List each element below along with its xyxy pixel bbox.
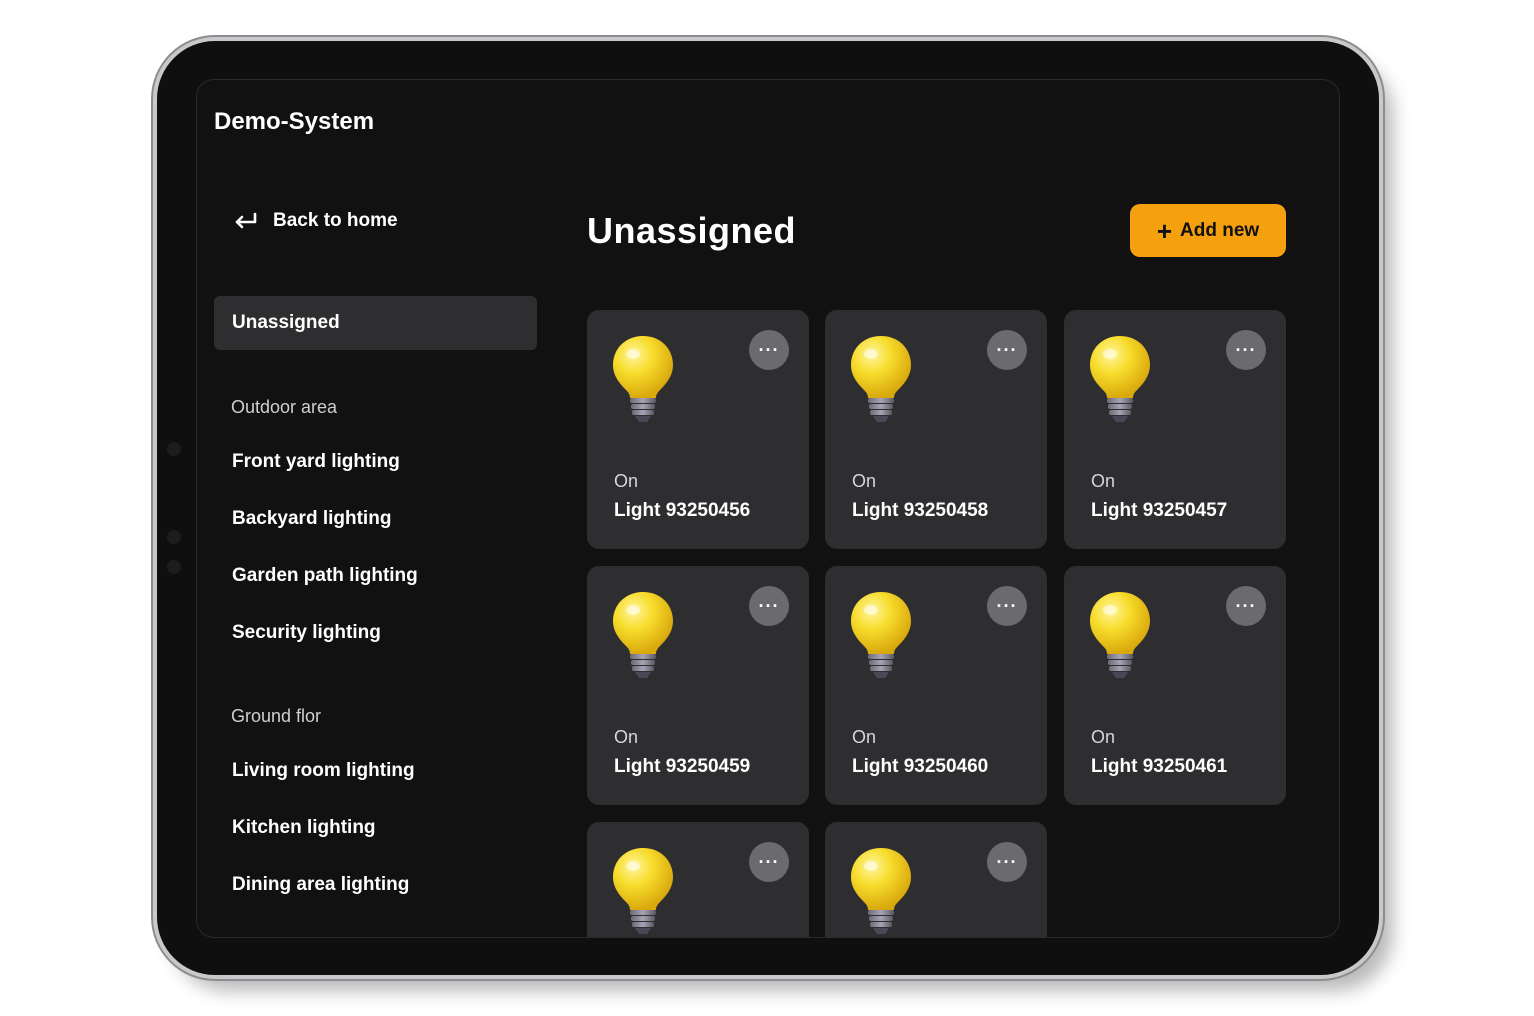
device-name: Light 93250456: [614, 500, 751, 521]
more-horizontal-icon: ···: [1235, 339, 1257, 360]
device-card[interactable]: ··· On Light 93250457: [1064, 310, 1286, 549]
lightbulb-icon: [613, 336, 673, 422]
more-options-button[interactable]: ···: [1226, 586, 1266, 626]
device-card[interactable]: ··· On Light 93250458: [825, 310, 1047, 549]
lightbulb-icon: [851, 848, 911, 934]
sidebar-item-security-lighting[interactable]: Security lighting: [232, 622, 381, 644]
device-status: On: [614, 727, 639, 747]
camera-dot: [167, 560, 181, 574]
lightbulb-icon: [851, 592, 911, 678]
more-horizontal-icon: ···: [996, 595, 1018, 616]
back-to-home-link[interactable]: Back to home: [233, 210, 398, 232]
device-name: Light 93250461: [1091, 756, 1228, 777]
camera-dot: [167, 442, 181, 456]
more-options-button[interactable]: ···: [749, 586, 789, 626]
device-card[interactable]: ··· On Light 93250456: [587, 310, 809, 549]
more-horizontal-icon: ···: [996, 851, 1018, 872]
device-card[interactable]: ··· On Light 93250460: [825, 566, 1047, 805]
sidebar-item-living-room-lighting[interactable]: Living room lighting: [232, 760, 415, 782]
sidebar-group-ground-flor: Ground flor: [231, 706, 322, 726]
page-title: Unassigned: [587, 210, 797, 251]
device-name: Light 93250457: [1091, 500, 1228, 521]
device-card[interactable]: ···On: [825, 822, 1047, 937]
lightbulb-icon: [851, 336, 911, 422]
sidebar-item-kitchen-lighting[interactable]: Kitchen lighting: [232, 817, 376, 839]
sidebar: Unassigned: [214, 296, 537, 350]
lightbulb-icon: [1090, 336, 1150, 422]
device-status: On: [614, 471, 639, 491]
device-name: Light 93250459: [614, 756, 751, 777]
more-horizontal-icon: ···: [758, 595, 780, 616]
sidebar-group-outdoor-area: Outdoor area: [231, 397, 338, 417]
device-card[interactable]: ··· On Light 93250459: [587, 566, 809, 805]
device-name: Light 93250458: [852, 500, 989, 521]
more-options-button[interactable]: ···: [987, 586, 1027, 626]
sidebar-item-backyard-lighting[interactable]: Backyard lighting: [232, 508, 391, 530]
device-status: On: [1091, 471, 1116, 491]
app-screen: Demo-System Back to home Unassigned Outd…: [196, 79, 1340, 938]
plus-icon: +: [1156, 215, 1172, 246]
more-options-button[interactable]: ···: [749, 842, 789, 882]
more-horizontal-icon: ···: [758, 339, 780, 360]
more-options-button[interactable]: ···: [987, 330, 1027, 370]
sidebar-item-cutoff[interactable]: ▬▬▬▬: [232, 931, 308, 937]
camera-dot: [167, 530, 181, 544]
app-title: Demo-System: [214, 108, 375, 135]
more-options-button[interactable]: ···: [1226, 330, 1266, 370]
more-horizontal-icon: ···: [996, 339, 1018, 360]
device-status: On: [1091, 727, 1116, 747]
device-status: On: [852, 727, 877, 747]
sidebar-item-unassigned[interactable]: Unassigned: [214, 296, 537, 350]
lightbulb-icon: [613, 592, 673, 678]
more-options-button[interactable]: ···: [749, 330, 789, 370]
lightbulb-icon: [1090, 592, 1150, 678]
sidebar-item-dining-area-lighting[interactable]: Dining area lighting: [232, 874, 409, 896]
device-card[interactable]: ··· On Light 93250461: [1064, 566, 1286, 805]
lightbulb-icon: [613, 848, 673, 934]
add-new-label: Add new: [1180, 219, 1260, 241]
sidebar-item-garden-path-lighting[interactable]: Garden path lighting: [232, 565, 418, 587]
more-horizontal-icon: ···: [1235, 595, 1257, 616]
device-card[interactable]: ···On: [587, 822, 809, 937]
more-horizontal-icon: ···: [758, 851, 780, 872]
back-to-home-label: Back to home: [273, 210, 398, 231]
add-new-button[interactable]: + Add new: [1130, 204, 1286, 257]
more-options-button[interactable]: ···: [987, 842, 1027, 882]
device-name: Light 93250460: [852, 756, 989, 777]
sidebar-item-front-yard-lighting[interactable]: Front yard lighting: [232, 451, 400, 473]
device-status: On: [852, 471, 877, 491]
arrow-left-return-icon: [235, 212, 257, 229]
